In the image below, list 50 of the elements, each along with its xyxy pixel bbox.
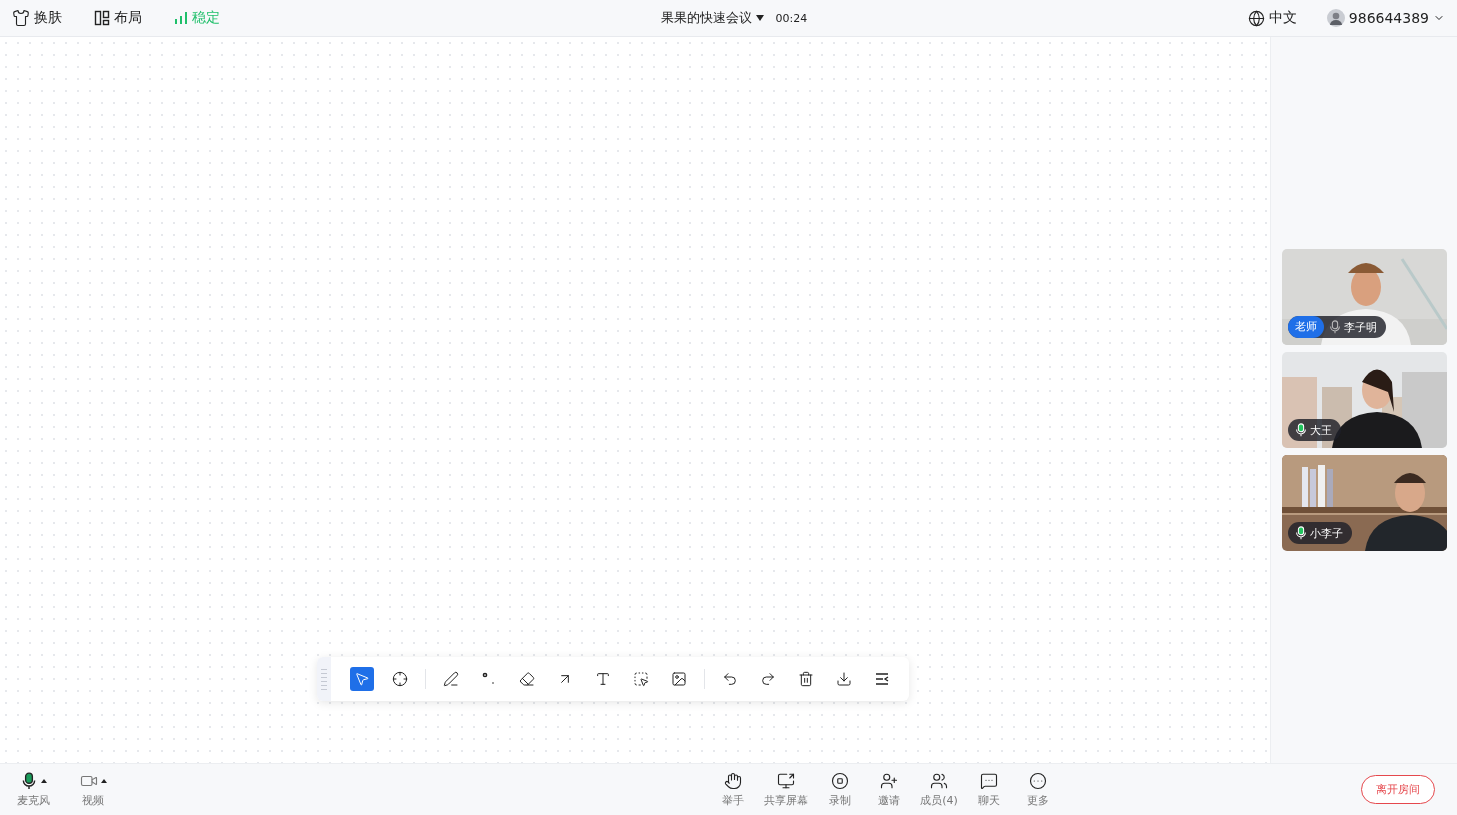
caret-icon [40,778,47,783]
layout-icon [94,10,110,26]
user-id[interactable]: 986644389 [1348,10,1429,26]
meeting-title[interactable]: 果果的快速会议 [660,9,752,27]
undo-icon [722,671,738,687]
more-icon [1029,771,1048,790]
shirt-icon [12,9,30,27]
signal-icon [174,12,188,24]
toolbar-button[interactable]: 成员(4) [920,771,958,808]
network-status: 稳定 [192,9,220,27]
chat-icon [980,771,999,790]
dropdown-icon [755,15,764,21]
leave-room-button[interactable]: 离开房间 [1361,775,1435,804]
role-badge: 老师 [1287,316,1324,338]
selection-icon [633,671,649,687]
pen-icon [443,671,459,687]
crosshair-icon [392,671,408,687]
avatar-icon [1326,9,1345,27]
hand-icon [723,771,742,790]
toolbar-button[interactable]: 邀请 [871,771,907,808]
record-icon [830,771,849,790]
toolbar-button[interactable]: 举手 [715,771,751,808]
globe-icon [1247,9,1265,27]
participant-name: 大王 [1309,422,1332,438]
microphone-button[interactable]: 麦克风 [16,771,50,808]
toolbar-button[interactable]: 共享屏幕 [764,771,809,808]
participant-name: 小李子 [1309,525,1343,541]
text-icon [595,671,611,687]
download-icon [836,671,852,687]
add-user-icon [879,771,898,790]
header-button[interactable]: 布局 [114,9,142,27]
drag-handle-icon[interactable] [317,657,331,701]
trash-icon [798,671,814,687]
collapse-icon [874,671,890,687]
dots-icon [481,671,497,687]
pointer-icon [354,671,370,687]
language-button[interactable]: 中文 [1268,9,1297,27]
header-button[interactable]: 换肤 [34,9,62,27]
participant-name: 李子明 [1343,319,1377,335]
toolbar-button[interactable]: 更多 [1020,771,1056,808]
users-icon [930,771,948,790]
toolbar-button[interactable]: 录制 [822,771,858,808]
toolbar-button[interactable]: 聊天 [971,771,1007,808]
redo-icon [760,671,776,687]
camera-button[interactable]: 视频 [76,771,110,808]
eraser-icon [519,671,535,687]
image-icon [671,671,687,687]
caret-icon [100,778,107,783]
screen-share-icon [777,771,796,790]
meeting-timer: 00:24 [775,11,808,25]
